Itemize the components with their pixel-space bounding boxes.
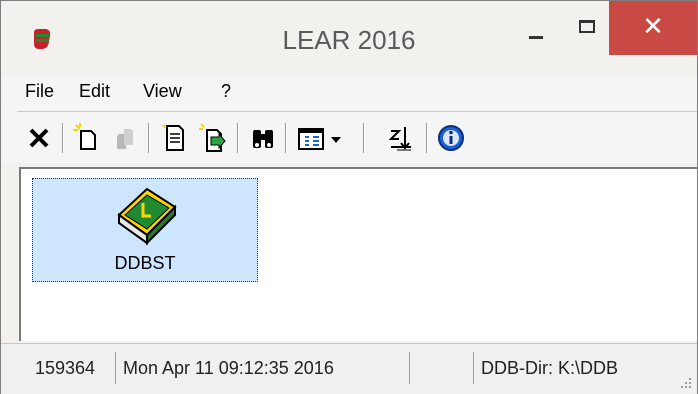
menu-edit[interactable]: Edit — [79, 81, 110, 102]
binoculars-icon[interactable] — [247, 121, 279, 155]
menu-bar: File Edit View ? — [1, 75, 697, 111]
toolbar-separator — [148, 123, 150, 153]
toolbar — [1, 113, 697, 163]
content-area[interactable]: DDBST — [19, 167, 697, 341]
toolbar-separator — [285, 123, 287, 153]
toolbar-separator — [426, 123, 428, 153]
status-datetime: Mon Apr 11 09:12:35 2016 — [123, 358, 334, 378]
app-window: LEAR 2016 ✕ File Edit View ? DDBST 15936… — [0, 0, 698, 394]
new-document-arrow-icon[interactable] — [197, 121, 229, 155]
sort-icon[interactable] — [385, 121, 417, 155]
menu-file[interactable]: File — [25, 81, 54, 102]
dropdown-arrow-icon[interactable] — [327, 121, 345, 155]
document-icon[interactable] — [159, 121, 191, 155]
toolbar-separator — [62, 123, 64, 153]
maximize-button[interactable] — [569, 1, 609, 55]
maximize-icon — [579, 20, 595, 33]
toolbar-separator — [237, 123, 239, 153]
status-divider — [409, 352, 410, 384]
menu-view[interactable]: View — [143, 81, 182, 102]
status-ddb-dir: DDB-Dir: K:\DDB — [481, 358, 619, 378]
item-label: DDBST — [114, 253, 176, 273]
status-count: 159364 — [35, 358, 96, 378]
menu-divider — [17, 111, 697, 112]
book-icon — [117, 187, 177, 246]
new-document-icon[interactable] — [71, 121, 103, 155]
copy-icon[interactable] — [109, 121, 141, 155]
list-item[interactable]: DDBST — [32, 178, 258, 282]
close-icon: ✕ — [642, 11, 664, 41]
status-empty — [411, 352, 473, 384]
minimize-icon — [529, 36, 543, 39]
status-divider — [473, 352, 474, 384]
grid-view-icon[interactable] — [295, 121, 327, 155]
title-bar[interactable]: LEAR 2016 ✕ — [1, 1, 697, 75]
status-divider — [115, 352, 116, 384]
menu-help[interactable]: ? — [221, 81, 231, 102]
status-bar: 159364 Mon Apr 11 09:12:35 2016 DDB-Dir:… — [1, 343, 697, 394]
info-icon[interactable] — [435, 121, 467, 155]
close-button[interactable]: ✕ — [609, 1, 697, 55]
minimize-button[interactable] — [501, 1, 569, 55]
delete-icon[interactable] — [23, 121, 55, 155]
resize-grip-icon[interactable] — [679, 376, 693, 390]
toolbar-separator — [363, 123, 365, 153]
